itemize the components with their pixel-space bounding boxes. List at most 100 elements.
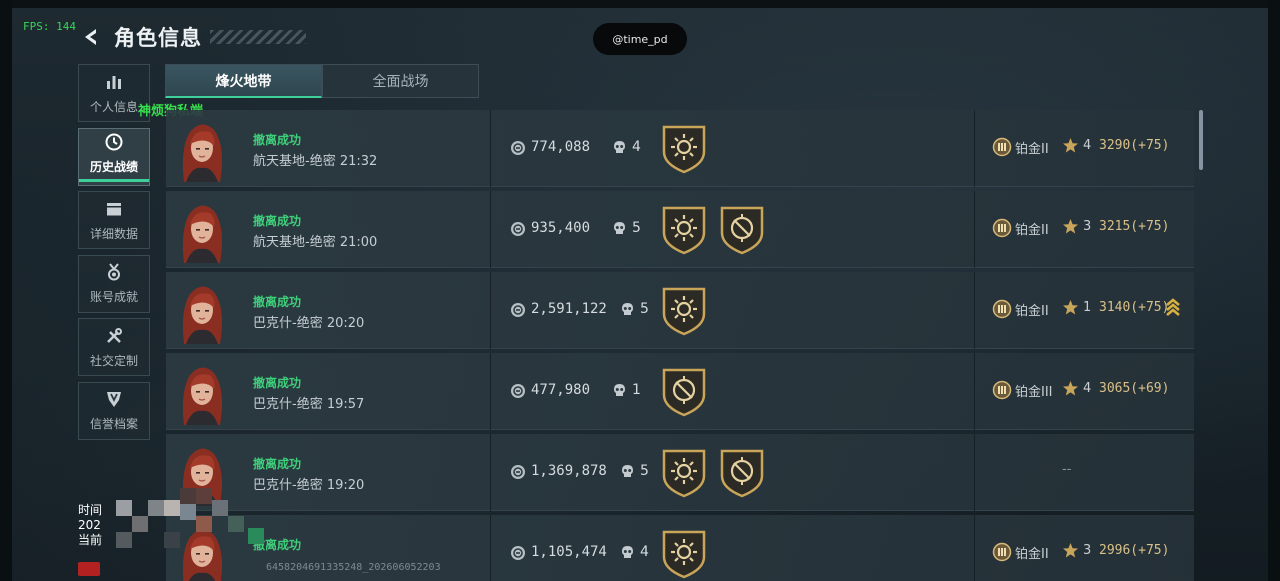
loot-value: 774,088 (531, 139, 591, 155)
skull-icon (622, 546, 633, 558)
wrench-icon (107, 327, 122, 343)
star-count: 1 (1083, 300, 1092, 315)
skull-icon (614, 222, 625, 234)
star-count: 3 (1083, 219, 1092, 234)
sidebar-item-label: 账号成就 (89, 290, 138, 304)
column-divider (490, 515, 491, 581)
star-icon (1063, 300, 1078, 315)
sidebar-item-social[interactable]: 社交定制 (78, 318, 150, 376)
match-row[interactable]: 撤离成功 巴克什-绝密 19:20 1,369,878 5 -- (166, 434, 1194, 511)
rank-name: 铂金II (1015, 223, 1049, 238)
loot-value: 935,400 (531, 220, 591, 236)
watermark-label: @time_pd (593, 23, 687, 55)
fps-counter: FPS: 144 (23, 20, 76, 33)
sun-badge-icon[interactable] (661, 286, 707, 336)
column-divider (974, 353, 975, 430)
mode-tabs: 烽火地带 全面战场 (165, 64, 479, 98)
scrollbar[interactable] (1199, 110, 1203, 170)
kill-count: 5 (632, 220, 641, 236)
crosshair-badge-icon[interactable] (661, 367, 707, 417)
kill-count: 4 (632, 139, 641, 155)
recording-logo-icon (78, 562, 100, 576)
bottom-time-line: 202 (78, 518, 101, 532)
bottom-time-line: 当前 (78, 533, 103, 547)
sidebar-item-history[interactable]: 历史战绩 (78, 127, 150, 186)
active-indicator (79, 178, 149, 182)
extraction-status: 撤离成功 (253, 457, 302, 471)
loot-value: 2,591,122 (531, 301, 607, 317)
extraction-status: 撤离成功 (253, 376, 302, 390)
column-divider (974, 434, 975, 511)
sidebar-item-reputation[interactable]: 信誉档案 (78, 381, 150, 440)
kill-count: 4 (640, 544, 649, 560)
rank-score: 2996(+75) (1099, 543, 1170, 558)
bar-chart-icon (107, 75, 121, 89)
sidebar: 个人信息 历史战绩 详细数据 账号成就 社交定制 信誉档案 (78, 64, 150, 445)
column-divider (490, 191, 491, 268)
star-icon (1063, 138, 1078, 153)
shield-icon (107, 392, 121, 407)
kill-count: 5 (640, 301, 649, 317)
column-divider (974, 191, 975, 268)
page-title: 角色信息 (114, 26, 202, 50)
coin-icon (511, 222, 525, 236)
extraction-status: 撤离成功 (253, 133, 302, 147)
skull-icon (622, 303, 633, 315)
skull-icon (614, 384, 625, 396)
rank-emblem-icon (992, 299, 1012, 319)
extraction-status: 撤离成功 (253, 214, 302, 228)
rank-emblem-icon (992, 218, 1012, 238)
tab-battlefield[interactable]: 全面战场 (322, 64, 479, 98)
column-divider (490, 110, 491, 187)
medal-icon (108, 263, 120, 281)
match-row[interactable]: 撤离成功 巴克什-绝密 19:57 477,980 1 铂金III 4 3065(+69) (166, 353, 1194, 430)
column-divider (974, 515, 975, 581)
promotion-chevron-icon (1166, 298, 1180, 316)
frame-left (0, 0, 12, 581)
kill-count: 5 (640, 463, 649, 479)
sun-badge-icon[interactable] (661, 205, 707, 255)
game-screen: FPS: 144 角色信息 @time_pd 个人信息 历史战绩 详细数据 账号… (0, 0, 1280, 581)
rank-score: 3140(+75) (1099, 300, 1170, 315)
crosshair-badge-icon[interactable] (719, 205, 765, 255)
rank-score: 3290(+75) (1099, 138, 1170, 153)
sidebar-item-label: 社交定制 (89, 353, 138, 368)
tab-warzone[interactable]: 烽火地带 (165, 64, 322, 98)
clock-icon (105, 133, 123, 150)
pixelated-mosaic (116, 488, 264, 548)
sun-badge-icon[interactable] (661, 448, 707, 498)
sun-badge-icon[interactable] (661, 529, 707, 579)
title-decoration (210, 30, 306, 44)
star-icon (1063, 543, 1078, 558)
map-and-time: 航天基地-绝密 21:32 (253, 154, 378, 169)
frame-top (0, 0, 1280, 8)
loot-value: 1,369,878 (531, 463, 607, 479)
sidebar-item-label: 信誉档案 (89, 417, 138, 431)
operator-avatar (176, 199, 228, 263)
column-divider (490, 353, 491, 430)
crosshair-badge-icon[interactable] (719, 448, 765, 498)
rank-name: 铂金II (1015, 142, 1049, 157)
column-divider (490, 272, 491, 349)
skull-icon (622, 465, 633, 477)
sidebar-item-label: 详细数据 (89, 226, 138, 241)
operator-avatar (176, 361, 228, 425)
sidebar-item-details[interactable]: 详细数据 (78, 191, 150, 249)
match-history-list: 撤离成功 航天基地-绝密 21:32 774,088 4 铂金II 4 3290(+75) 撤… (166, 110, 1194, 581)
column-divider (974, 110, 975, 187)
match-row[interactable]: 撤离成功 巴克什-绝密 20:20 2,591,122 5 铂金II 1 3140(+75) (166, 272, 1194, 349)
rank-score: 3215(+75) (1099, 219, 1170, 234)
operator-avatar (176, 280, 228, 344)
back-arrow-icon[interactable] (80, 26, 102, 48)
rank-name: 铂金III (1015, 385, 1053, 400)
sidebar-item-achievements[interactable]: 账号成就 (78, 254, 150, 313)
sidebar-item-label: 历史战绩 (89, 159, 138, 174)
loot-value: 477,980 (531, 382, 591, 398)
sun-badge-icon[interactable] (661, 124, 707, 174)
skull-icon (614, 141, 625, 153)
match-row[interactable]: 撤离成功 航天基地-绝密 21:00 935,400 5 铂金II 3 3215(+75) (166, 191, 1194, 268)
column-divider (974, 272, 975, 349)
rank-score: 3065(+69) (1099, 381, 1170, 396)
match-row[interactable]: 撤离成功 航天基地-绝密 21:32 774,088 4 铂金II 4 3290(+75) (166, 110, 1194, 187)
operator-avatar (176, 118, 228, 182)
